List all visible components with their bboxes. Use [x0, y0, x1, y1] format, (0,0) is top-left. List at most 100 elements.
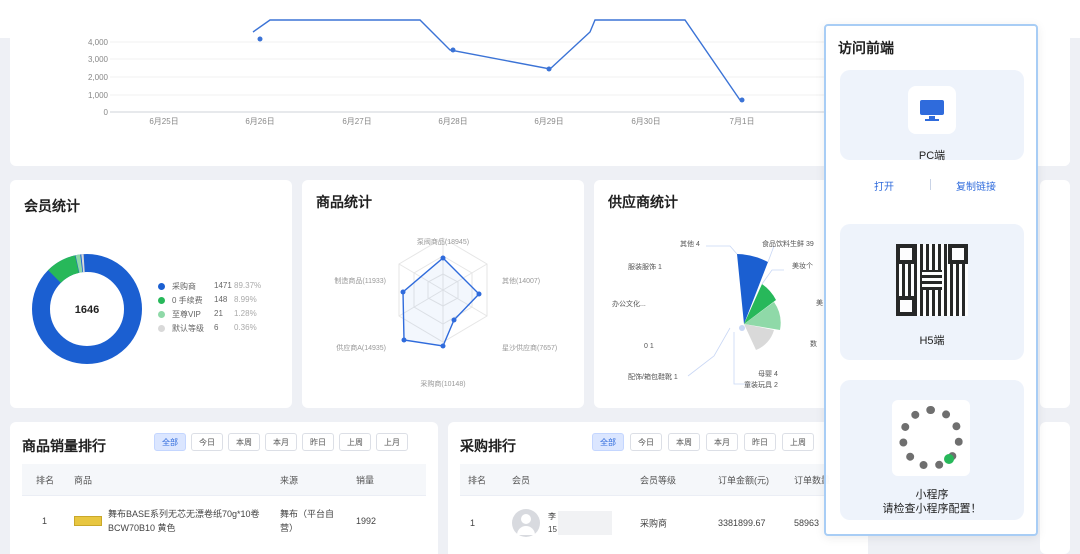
product-radar-chart: 泵阀商品(18945) 其他(14007) 星沙供应商(7657) 采购商(10…: [334, 237, 557, 388]
pc-icon-box: [908, 86, 956, 134]
x-tick: 6月30日: [631, 117, 660, 126]
x-tick: 6月25日: [149, 117, 178, 126]
trend-line: [252, 19, 741, 101]
y-tick: 4,000: [88, 38, 109, 47]
radar-label: 星沙供应商(7657): [502, 343, 557, 352]
tab-last-week[interactable]: 上周: [339, 433, 371, 451]
y-tick: 0: [104, 108, 109, 117]
table-row[interactable]: 1 舞布BASE系列无芯无漂卷纸70g*10卷 BCW70B10 黄色 舞布（平…: [22, 498, 426, 544]
background-card: [1040, 422, 1070, 554]
member-name-mask: [558, 511, 612, 535]
tab-yesterday[interactable]: 昨日: [302, 433, 334, 451]
supplier-stats-card: 供应商统计 其他 4 食品饮料生鲜 39 美妆个 服装服饰 1 办公文化... …: [594, 180, 834, 408]
product-sales: 1992: [356, 516, 377, 526]
x-tick: 7月1日: [730, 117, 755, 126]
member-legend: 采购商 1471 89.37% 0 手续费 148 8.99% 至尊VIP 21…: [158, 280, 288, 336]
tab-yesterday[interactable]: 昨日: [744, 433, 776, 451]
radar-series: [402, 257, 480, 347]
monitor-icon: [920, 100, 944, 115]
legend-pct: 89.37%: [234, 281, 262, 290]
background-card: [1040, 180, 1070, 408]
mini-program-code: [892, 400, 970, 476]
tab-last-month[interactable]: 上月: [376, 433, 408, 451]
legend-count: 21: [214, 309, 223, 318]
product-thumb: [74, 516, 102, 526]
member-stats-card: 会员统计 1646 采购商 1471 89.37% 0 手续费 148 8.99…: [10, 180, 292, 408]
background-card: [1040, 40, 1070, 166]
legend-label: 采购商: [172, 282, 196, 291]
member-stats-title: 会员统计: [24, 198, 80, 214]
trend-point: [546, 66, 552, 72]
trend-point: [257, 36, 263, 42]
row-rank: 1: [470, 518, 476, 528]
col-source: 来源: [280, 475, 299, 485]
y-tick: 1,000: [88, 91, 109, 100]
radar-label: 泵阀商品(18945): [417, 237, 469, 246]
legend-label: 默认等级: [172, 324, 204, 333]
sales-table-header: 排名 商品 来源 销量: [22, 464, 426, 496]
sales-rank-card: 商品销量排行 全部 今日 本周 本月 昨日 上周 上月 排名 商品 来源 销量 …: [10, 422, 438, 554]
legend-count: 6: [214, 323, 219, 332]
col-rank: 排名: [36, 475, 55, 485]
tab-today[interactable]: 今日: [191, 433, 223, 451]
tab-today[interactable]: 今日: [630, 433, 662, 451]
trend-point: [739, 97, 745, 103]
col-product: 商品: [74, 475, 93, 485]
col-member-level: 会员等级: [640, 475, 677, 485]
rose-label: 童装玩具 2: [744, 380, 778, 389]
tab-this-month[interactable]: 本月: [265, 433, 297, 451]
rose-label: 办公文化...: [612, 299, 646, 308]
x-tick: 6月27日: [342, 117, 371, 126]
table-row[interactable]: 1 李 15 采购商 3381899.67 58963: [460, 500, 856, 546]
h5-label: H5端: [919, 335, 945, 347]
radar-label: 其他(14007): [502, 276, 540, 285]
rose-label: 其他 4: [680, 239, 700, 248]
legend-pct: 8.99%: [234, 295, 257, 304]
member-donut-chart: 1646: [32, 254, 142, 364]
legend-pct: 1.28%: [234, 309, 257, 318]
radar-label: 采购商(10148): [420, 379, 465, 388]
tab-last-week[interactable]: 上周: [782, 433, 814, 451]
member-name[interactable]: 李 15: [548, 510, 557, 536]
pc-label: PC端: [918, 150, 946, 162]
pc-card: PC端: [840, 70, 1024, 162]
x-axis-ticks: 6月25日 6月26日 6月27日 6月28日 6月29日 6月30日 7月1日: [149, 117, 754, 126]
legend-pct: 0.36%: [234, 323, 257, 332]
pc-copy-link[interactable]: 复制链接: [956, 178, 996, 193]
product-source: 舞布（平台自 营）: [280, 509, 335, 533]
wechat-badge-icon: [944, 454, 954, 464]
x-tick: 6月29日: [534, 117, 563, 126]
order-amount: 3381899.67: [718, 518, 766, 528]
legend-count: 1471: [214, 281, 232, 290]
supplier-rose-chart: 其他 4 食品饮料生鲜 39 美妆个 服装服饰 1 办公文化... 美 0 1 …: [612, 239, 823, 389]
member-total: 1646: [75, 304, 99, 316]
legend-count: 148: [214, 295, 228, 304]
radar-label: 供应商A(14935): [336, 343, 386, 352]
tab-all[interactable]: 全部: [592, 433, 624, 451]
product-stats-card: 商品统计 泵阀商品(18945) 其他(14007) 星沙供应商(7657) 采…: [302, 180, 584, 408]
tab-this-month[interactable]: 本月: [706, 433, 738, 451]
legend-label: 至尊VIP: [172, 310, 201, 319]
tab-this-week[interactable]: 本周: [668, 433, 700, 451]
panel-title: 访问前端: [838, 40, 894, 56]
purchase-rank-card: 采购排行 全部 今日 本周 本月 昨日 上周 排名 会员 会员等级 订单金额(元…: [448, 422, 868, 554]
mini-program-note: 请检查小程序配置！: [882, 503, 982, 515]
h5-qr-code: [896, 244, 968, 316]
y-tick: 3,000: [88, 55, 109, 64]
trend-point: [450, 47, 456, 53]
rose-label: 美: [816, 298, 823, 307]
member-level: 采购商: [640, 518, 668, 529]
col-rank: 排名: [468, 475, 487, 485]
row-rank: 1: [42, 516, 48, 526]
x-tick: 6月26日: [245, 117, 274, 126]
access-frontend-panel: 访问前端 PC端 打开 复制链接 H5端 小程序 请检查小程序配置！: [824, 24, 1038, 536]
trend-line-chart: 4,000 3,000 2,000 1,000 0 6月25日 6月26日 6月…: [88, 19, 830, 126]
pc-open-link[interactable]: 打开: [874, 178, 894, 193]
mini-program-card: 小程序 请检查小程序配置！: [840, 380, 1024, 520]
col-sales: 销量: [356, 475, 375, 485]
tab-this-week[interactable]: 本周: [228, 433, 260, 451]
tab-all[interactable]: 全部: [154, 433, 186, 451]
y-tick: 2,000: [88, 73, 109, 82]
product-name[interactable]: 舞布BASE系列无芯无漂卷纸70g*10卷 BCW70B10 黄色: [108, 507, 260, 535]
user-icon: [521, 514, 531, 524]
